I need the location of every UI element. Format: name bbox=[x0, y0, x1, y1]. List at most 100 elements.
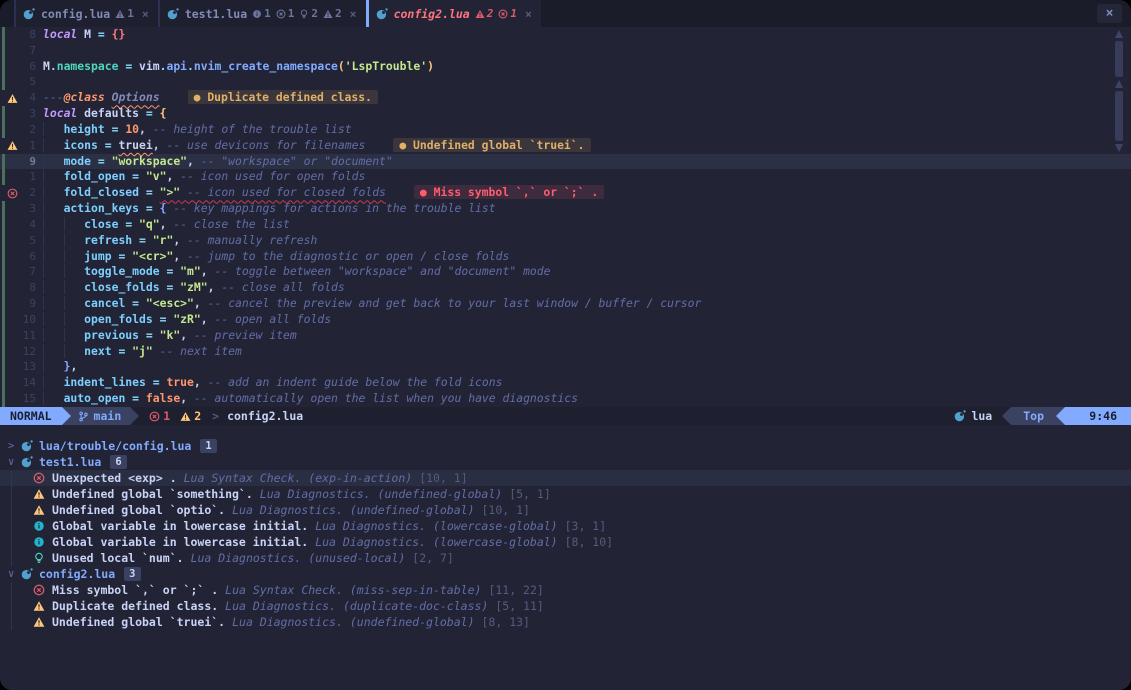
scrollbar[interactable] bbox=[1115, 27, 1124, 407]
chevron-separator: > bbox=[212, 409, 219, 423]
line-number: 14 bbox=[19, 375, 36, 391]
trouble-diagnostic-row[interactable]: Global variable in lowercase initial.Lua… bbox=[0, 534, 1131, 550]
code-text: }, bbox=[36, 359, 77, 375]
warn-icon: 1 bbox=[115, 7, 134, 20]
sign-column bbox=[5, 312, 19, 328]
git-branch: main bbox=[71, 407, 131, 425]
trouble-diagnostic-row[interactable]: Global variable in lowercase initial.Lua… bbox=[0, 518, 1131, 534]
diagnostic-position: [10, 1] bbox=[482, 503, 530, 517]
indent-guide bbox=[11, 486, 12, 502]
tab-config2.lua[interactable]: config2.lua21× bbox=[366, 0, 541, 27]
code-line[interactable]: 13 }, bbox=[0, 359, 1131, 375]
code-line[interactable]: 2 height = 10, -- height of the trouble … bbox=[0, 122, 1131, 138]
line-number: 2 bbox=[19, 122, 36, 138]
code-line[interactable]: 2 fold_closed = ">" -- icon used for clo… bbox=[0, 185, 1131, 201]
scrollbar-arrow-up-icon[interactable] bbox=[1115, 80, 1123, 88]
diagnostic-message: Miss symbol `,` or `;` . bbox=[52, 583, 218, 597]
code-text: local defaults = { bbox=[36, 106, 166, 122]
line-number: 6 bbox=[19, 249, 36, 265]
tab-test1.lua[interactable]: test1.lua1122× bbox=[158, 0, 366, 27]
sign-column bbox=[5, 154, 19, 170]
trouble-diagnostic-row[interactable]: Undefined global `truei`.Lua Diagnostics… bbox=[0, 614, 1131, 630]
code-line[interactable]: 3 action_keys = { -- key mappings for ac… bbox=[0, 201, 1131, 217]
line-number: 5 bbox=[19, 74, 36, 90]
code-line[interactable]: 9 cancel = "<esc>", -- cancel the previe… bbox=[0, 296, 1131, 312]
code-line[interactable]: 3local defaults = { bbox=[0, 106, 1131, 122]
lua-file-icon bbox=[167, 8, 180, 20]
code-text bbox=[36, 43, 43, 59]
indent-guide bbox=[11, 534, 12, 550]
code-line[interactable]: 9 mode = "workspace", -- "workspace" or … bbox=[0, 154, 1131, 170]
code-line[interactable]: 8 close_folds = "zM", -- close all folds bbox=[0, 280, 1131, 296]
filetype-label: lua bbox=[971, 409, 992, 423]
code-line[interactable]: 14 indent_lines = true, -- add an indent… bbox=[0, 375, 1131, 391]
scrollbar-thumb[interactable] bbox=[1115, 91, 1123, 141]
sign-column bbox=[5, 391, 19, 407]
line-number: 10 bbox=[19, 312, 36, 328]
hint-icon bbox=[33, 552, 49, 564]
editor-buffer[interactable]: 8local M = {}76M.namespace = vim.api.nvi… bbox=[0, 27, 1131, 407]
chevron-down-icon[interactable]: ∨ bbox=[8, 568, 21, 580]
code-line[interactable]: 6 jump = "<cr>", -- jump to the diagnost… bbox=[0, 249, 1131, 265]
code-line[interactable]: 6M.namespace = vim.api.nvim_create_names… bbox=[0, 59, 1131, 75]
code-line[interactable]: 10 open_folds = "zR", -- open all folds bbox=[0, 312, 1131, 328]
trouble-diagnostic-row[interactable]: Miss symbol `,` or `;` .Lua Syntax Check… bbox=[0, 582, 1131, 598]
code-line[interactable]: 5 bbox=[0, 74, 1131, 90]
trouble-diagnostic-row[interactable]: Duplicate defined class.Lua Diagnostics.… bbox=[0, 598, 1131, 614]
tab-label: test1.lua bbox=[185, 7, 247, 21]
diagnostic-source: Lua Diagnostics. bbox=[315, 535, 426, 549]
line-number: 8 bbox=[19, 280, 36, 296]
line-number: 15 bbox=[19, 391, 36, 407]
git-branch-icon bbox=[78, 411, 89, 422]
error-icon: 1 bbox=[498, 7, 517, 20]
line-number: 9 bbox=[19, 296, 36, 312]
scrollbar-arrow-up-icon[interactable] bbox=[1115, 30, 1123, 38]
trouble-diagnostic-row[interactable]: Unused local `num`.Lua Diagnostics.(unus… bbox=[0, 550, 1131, 566]
code-text: toggle_mode = "m", -- toggle between "wo… bbox=[36, 264, 551, 280]
code-line[interactable]: 7 bbox=[0, 43, 1131, 59]
tab-close-icon[interactable]: × bbox=[525, 7, 532, 21]
code-line[interactable]: 7 toggle_mode = "m", -- toggle between "… bbox=[0, 264, 1131, 280]
trouble-diagnostic-row[interactable]: Undefined global `optio`.Lua Diagnostics… bbox=[0, 502, 1131, 518]
trouble-file-row[interactable]: ∨config2.lua3 bbox=[0, 566, 1131, 582]
code-line[interactable]: 11 previous = "k", -- preview item bbox=[0, 328, 1131, 344]
diagnostic-code: (miss-sep-in-table) bbox=[350, 583, 482, 597]
trouble-diagnostic-row[interactable]: Unexpected <exp> .Lua Syntax Check.(exp-… bbox=[0, 470, 1131, 486]
scrollbar-thumb[interactable] bbox=[1115, 41, 1123, 77]
statusline-spacer bbox=[303, 407, 954, 425]
trouble-panel: >lua/trouble/config.lua1∨test1.lua6Unexp… bbox=[0, 425, 1131, 690]
window-close-button[interactable]: × bbox=[1097, 4, 1122, 23]
code-line[interactable]: 12 next = "j" -- next item bbox=[0, 344, 1131, 360]
code-text bbox=[36, 74, 43, 90]
diagnostic-position: [5, 1] bbox=[509, 487, 551, 501]
scrollbar-arrow-down-icon[interactable] bbox=[1115, 144, 1123, 152]
code-line[interactable]: 4 close = "q", -- close the list bbox=[0, 217, 1131, 233]
code-line[interactable]: 15 auto_open = false, -- automatically o… bbox=[0, 391, 1131, 407]
tab-close-icon[interactable]: × bbox=[142, 7, 149, 21]
tab-close-icon[interactable]: × bbox=[350, 7, 357, 21]
statusline: NORMAL main 1 2 > config2.lua lua Top 9:… bbox=[0, 407, 1131, 425]
code-line[interactable]: 4---@class Options● Duplicate defined cl… bbox=[0, 90, 1131, 106]
statusline-filename: config2.lua bbox=[227, 409, 303, 423]
trouble-file-row[interactable]: >lua/trouble/config.lua1 bbox=[0, 438, 1131, 454]
tab-config.lua[interactable]: config.lua1× bbox=[14, 0, 158, 27]
code-line[interactable]: 8local M = {} bbox=[0, 27, 1131, 43]
statusline-time: 9:46 bbox=[1065, 407, 1131, 425]
warn-icon bbox=[33, 616, 49, 628]
line-number: 1 bbox=[19, 138, 36, 154]
code-line[interactable]: 1 fold_open = "v", -- icon used for open… bbox=[0, 169, 1131, 185]
line-number: 5 bbox=[19, 233, 36, 249]
warn-icon bbox=[33, 488, 49, 500]
diagnostic-position: [10, 1] bbox=[419, 471, 467, 485]
code-line[interactable]: 1 icons = truei, -- use devicons for fil… bbox=[0, 138, 1131, 154]
chevron-right-icon[interactable]: > bbox=[8, 440, 21, 452]
lua-file-icon bbox=[23, 8, 36, 20]
diagnostic-source: Lua Syntax Check. bbox=[184, 471, 302, 485]
powerline-separator bbox=[1056, 407, 1065, 425]
diagnostic-source: Lua Diagnostics. bbox=[232, 615, 343, 629]
trouble-file-row[interactable]: ∨test1.lua6 bbox=[0, 454, 1131, 470]
trouble-diagnostic-row[interactable]: Undefined global `something`.Lua Diagnos… bbox=[0, 486, 1131, 502]
code-text: mode = "workspace", -- "workspace" or "d… bbox=[36, 154, 393, 170]
chevron-down-icon[interactable]: ∨ bbox=[8, 456, 21, 468]
code-line[interactable]: 5 refresh = "r", -- manually refresh bbox=[0, 233, 1131, 249]
